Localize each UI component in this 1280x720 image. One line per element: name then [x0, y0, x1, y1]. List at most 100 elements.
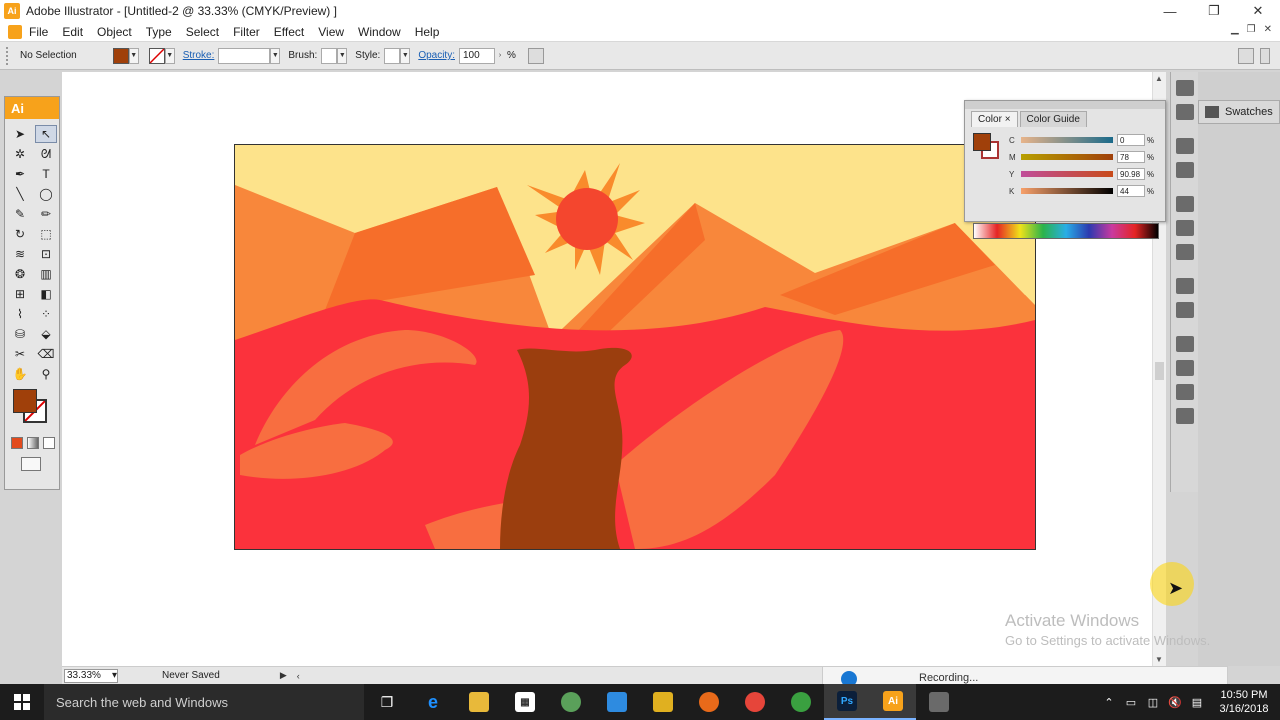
swatches-panel-tab[interactable]: Swatches — [1198, 100, 1280, 124]
zoom-level-field[interactable]: 33.33% ▾ — [64, 668, 118, 683]
align-panel-icon[interactable] — [1175, 384, 1194, 400]
symbols-panel-icon[interactable] — [1175, 104, 1194, 120]
show-hidden-icons-icon[interactable]: ⌃ — [1098, 696, 1120, 709]
menu-window[interactable]: Window — [351, 25, 408, 39]
channel-slider-track[interactable] — [1021, 154, 1113, 160]
channel-value-input[interactable]: 0 — [1117, 134, 1145, 146]
screen-mode-icon[interactable] — [21, 457, 41, 471]
firefox-icon[interactable] — [686, 684, 732, 720]
bridge-icon[interactable] — [8, 24, 22, 39]
live-paint-bucket-tool-icon[interactable]: ⛁ — [9, 325, 31, 343]
workspace-switcher-icon[interactable] — [1238, 48, 1254, 64]
taskbar-clock[interactable]: 10:50 PM 3/16/2018 — [1208, 688, 1280, 716]
status-scroll-left-icon[interactable]: ‹ — [297, 671, 300, 681]
fill-stroke-control[interactable] — [9, 387, 55, 431]
fill-indicator[interactable] — [13, 389, 37, 413]
pencil-tool-icon[interactable]: ✏ — [35, 205, 57, 223]
start-button[interactable] — [0, 684, 44, 720]
transform-panel-icon[interactable] — [1175, 360, 1194, 376]
channel-slider-track[interactable] — [1021, 137, 1113, 143]
color-panel-fill-swatch[interactable] — [973, 133, 991, 151]
doc-minimize-icon[interactable]: ▁ — [1231, 24, 1239, 35]
control-bar-menu-icon[interactable] — [1260, 48, 1270, 64]
menu-file[interactable]: File — [22, 25, 55, 39]
store-icon[interactable]: ▦ — [502, 684, 548, 720]
menu-object[interactable]: Object — [90, 25, 139, 39]
line-tool-icon[interactable]: ╲ — [9, 185, 31, 203]
free-transform-tool-icon[interactable]: ⊡ — [35, 245, 57, 263]
transparency-panel-icon[interactable] — [1175, 244, 1194, 260]
channel-value-input[interactable]: 90.98 — [1117, 168, 1145, 180]
document-setup-icon[interactable] — [527, 47, 544, 64]
warp-tool-icon[interactable]: ≋ — [9, 245, 31, 263]
stroke-color-swatch[interactable] — [148, 47, 165, 64]
menu-effect[interactable]: Effect — [267, 25, 311, 39]
app-yellow-icon[interactable] — [640, 684, 686, 720]
control-bar-grip[interactable] — [6, 46, 12, 65]
gradient-tool-icon[interactable]: ◧ — [35, 285, 57, 303]
artboard[interactable] — [234, 144, 1036, 550]
stroke-panel-link[interactable]: Stroke: — [183, 50, 215, 61]
gradient-mode-icon[interactable] — [27, 437, 39, 449]
close-tab-icon[interactable]: × — [1005, 114, 1011, 125]
channel-slider-track[interactable] — [1021, 188, 1113, 194]
pathfinder-panel-icon[interactable] — [1175, 408, 1194, 424]
opacity-arrow-icon[interactable]: › — [495, 48, 505, 64]
close-button[interactable]: ✕ — [1236, 0, 1280, 22]
paintbrush-tool-icon[interactable]: ✎ — [9, 205, 31, 223]
selection-tool-icon[interactable]: ➤ — [9, 125, 31, 143]
network-icon[interactable]: ◫ — [1142, 696, 1164, 709]
lasso-tool-icon[interactable]: ᘛ — [35, 145, 57, 163]
gradient-panel-icon[interactable] — [1175, 220, 1194, 236]
brush-dropdown-icon[interactable]: ▼ — [337, 47, 348, 64]
zoom-dropdown-icon[interactable]: ▾ — [112, 670, 117, 681]
appearance-panel-icon[interactable] — [1175, 162, 1194, 178]
layers-panel-icon[interactable] — [1175, 336, 1194, 352]
fill-color-swatch[interactable] — [112, 47, 129, 64]
chrome-icon[interactable] — [732, 684, 778, 720]
channel-value-input[interactable]: 44 — [1117, 185, 1145, 197]
symbols-icon[interactable] — [1175, 302, 1194, 318]
menu-filter[interactable]: Filter — [226, 25, 267, 39]
symbol-sprayer-tool-icon[interactable]: ❂ — [9, 265, 31, 283]
app-blue-icon[interactable] — [594, 684, 640, 720]
app-globe-icon[interactable] — [778, 684, 824, 720]
live-paint-selection-tool-icon[interactable]: ⬙ — [35, 325, 57, 343]
restore-button[interactable]: ❐ — [1192, 0, 1236, 22]
channel-value-input[interactable]: 78 — [1117, 151, 1145, 163]
graphic-styles-panel-icon[interactable] — [1175, 138, 1194, 154]
illustrator-taskbar-icon[interactable]: Ai — [870, 684, 916, 720]
none-mode-icon[interactable] — [43, 437, 55, 449]
opacity-panel-link[interactable]: Opacity: — [418, 50, 455, 61]
zoom-tool-icon[interactable]: ⚲ — [35, 365, 57, 383]
brushes-panel-icon[interactable] — [1175, 80, 1194, 96]
menu-edit[interactable]: Edit — [55, 25, 90, 39]
direct-selection-tool-icon[interactable]: ↖ — [35, 125, 57, 143]
graphic-styles-icon[interactable] — [1175, 278, 1194, 294]
recorder-taskbar-icon[interactable] — [916, 684, 962, 720]
style-dropdown-icon[interactable]: ▼ — [400, 47, 411, 64]
stroke-panel-icon[interactable] — [1175, 196, 1194, 212]
pen-tool-icon[interactable]: ✒ — [9, 165, 31, 183]
eraser-tool-icon[interactable]: ⌫ — [35, 345, 57, 363]
eyedropper-tool-icon[interactable]: ⌇ — [9, 305, 31, 323]
magic-wand-tool-icon[interactable]: ✲ — [9, 145, 31, 163]
ellipse-tool-icon[interactable]: ◯ — [35, 185, 57, 203]
edge-icon[interactable]: e — [410, 684, 456, 720]
blend-tool-icon[interactable]: ⁘ — [35, 305, 57, 323]
mesh-tool-icon[interactable]: ⊞ — [9, 285, 31, 303]
scale-tool-icon[interactable]: ⬚ — [35, 225, 57, 243]
status-menu-arrow-icon[interactable]: ▶ — [280, 670, 287, 681]
style-field[interactable] — [384, 47, 401, 64]
file-explorer-icon[interactable] — [456, 684, 502, 720]
menu-type[interactable]: Type — [139, 25, 179, 39]
scroll-thumb[interactable] — [1155, 362, 1164, 380]
doc-restore-icon[interactable]: ❐ — [1247, 24, 1256, 35]
stroke-dropdown-arrow-icon[interactable]: ▼ — [164, 47, 175, 64]
stroke-weight-field[interactable] — [218, 47, 271, 64]
task-view-icon[interactable]: ❐ — [364, 684, 410, 720]
type-tool-icon[interactable]: T — [35, 165, 57, 183]
scroll-down-icon[interactable]: ▼ — [1155, 655, 1163, 664]
color-panel-titlebar[interactable] — [965, 101, 1165, 109]
menu-help[interactable]: Help — [408, 25, 447, 39]
